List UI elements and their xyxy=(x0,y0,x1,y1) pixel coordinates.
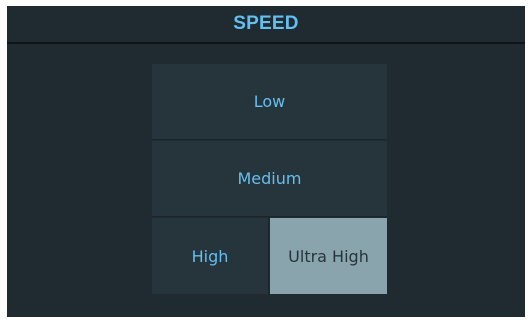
page-title: SPEED xyxy=(233,13,299,34)
speed-medium-label: Medium xyxy=(237,169,302,188)
speed-panel: SPEED Low Medium High Ultra High xyxy=(7,6,525,317)
header-bar: SPEED xyxy=(7,6,525,44)
speed-low-button[interactable]: Low xyxy=(152,64,387,140)
speed-high-label: High xyxy=(191,246,229,266)
speed-high-button[interactable]: High xyxy=(152,218,269,294)
speed-low-label: Low xyxy=(253,92,286,111)
speed-medium-button[interactable]: Medium xyxy=(152,141,387,217)
speed-ultra-high-label: Ultra High xyxy=(288,246,369,266)
speed-ultra-high-button[interactable]: Ultra High xyxy=(270,218,387,294)
